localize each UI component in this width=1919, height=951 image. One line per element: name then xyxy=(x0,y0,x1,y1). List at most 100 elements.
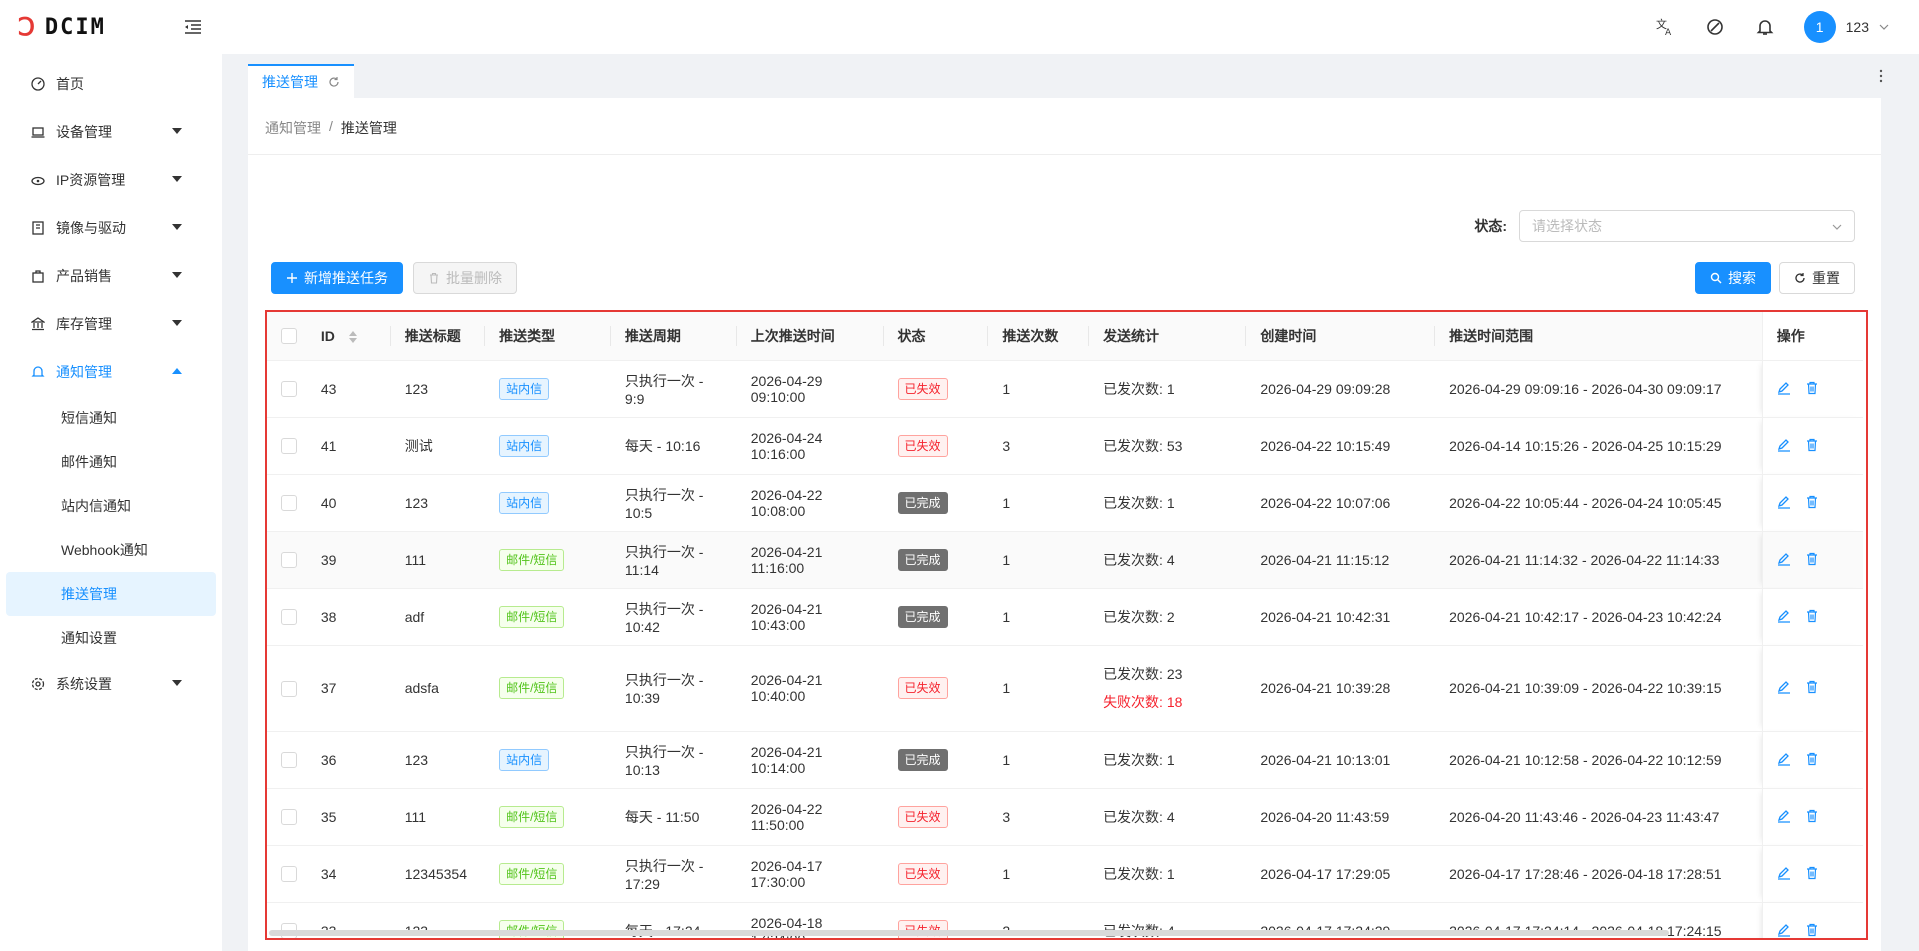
status-badge: 已失效 xyxy=(897,434,948,457)
cell-range: 2026-04-29 09:09:16 - 2026-04-30 09:09:1… xyxy=(1435,360,1763,418)
breadcrumb-parent[interactable]: 通知管理 xyxy=(265,118,321,138)
cell-created: 2026-04-21 11:15:12 xyxy=(1246,531,1436,589)
row-checkbox[interactable] xyxy=(281,438,297,455)
sidebar-subitem-inbox[interactable]: 站内信通知 xyxy=(6,484,216,528)
sort-icon[interactable] xyxy=(348,331,357,344)
batch-delete-button[interactable]: 批量删除 xyxy=(413,262,517,294)
edit-icon[interactable] xyxy=(1777,752,1793,768)
search-toolbar: 搜索 重置 xyxy=(1695,262,1855,294)
row-checkbox[interactable] xyxy=(281,495,297,512)
row-checkbox[interactable] xyxy=(281,752,297,769)
content-card: 通知管理 / 推送管理 状态: 请选择状态 新增推送任务 批量删除 搜索 重置 … xyxy=(248,98,1881,951)
search-icon xyxy=(1710,272,1722,284)
row-checkbox[interactable] xyxy=(281,381,297,398)
reset-button[interactable]: 重置 xyxy=(1779,262,1855,294)
sidebar-item-ip[interactable]: IP资源管理 xyxy=(0,156,222,204)
sidebar-item-devices[interactable]: 设备管理 xyxy=(0,108,222,156)
delete-icon[interactable] xyxy=(1805,752,1821,768)
type-badge: 邮件/短信 xyxy=(499,605,565,628)
delete-icon[interactable] xyxy=(1805,381,1821,397)
sidebar-subitem-settings[interactable]: 通知设置 xyxy=(6,616,216,660)
edit-icon[interactable] xyxy=(1777,923,1793,939)
edit-icon[interactable] xyxy=(1777,552,1793,568)
cell-status: 已完成 xyxy=(883,474,989,532)
sidebar-item-system[interactable]: 系统设置 xyxy=(0,660,222,708)
translate-icon[interactable]: 文A xyxy=(1654,16,1676,38)
delete-icon[interactable] xyxy=(1805,438,1821,454)
horizontal-scrollbar[interactable] xyxy=(269,930,1669,936)
row-checkbox[interactable] xyxy=(281,866,297,883)
add-push-task-button[interactable]: 新增推送任务 xyxy=(271,262,403,294)
sidebar-item-notify[interactable]: 通知管理 xyxy=(0,348,222,396)
delete-icon[interactable] xyxy=(1805,866,1821,882)
cell-stats: 已发次数: 2 xyxy=(1089,588,1247,646)
sidebar-item-sales[interactable]: 产品销售 xyxy=(0,252,222,300)
row-select-cell xyxy=(267,417,307,475)
sidebar-subitem-sms[interactable]: 短信通知 xyxy=(6,396,216,440)
type-badge: 站内信 xyxy=(499,377,550,400)
sidebar-item-home[interactable]: 首页 xyxy=(0,60,222,108)
sidebar-subitem-email[interactable]: 邮件通知 xyxy=(6,440,216,484)
cell-status: 已失效 xyxy=(883,360,989,418)
delete-icon[interactable] xyxy=(1805,495,1821,511)
reset-icon xyxy=(1795,273,1805,283)
sidebar-subitem-webhook[interactable]: Webhook通知 xyxy=(6,528,216,572)
theme-icon[interactable] xyxy=(1704,16,1726,38)
cell-stats: 已发次数: 1 xyxy=(1089,360,1247,418)
row-checkbox[interactable] xyxy=(281,809,297,826)
user-menu[interactable]: 1 123 xyxy=(1803,11,1889,43)
status-select[interactable]: 请选择状态 xyxy=(1519,210,1855,242)
sidebar-item-label: 库存管理 xyxy=(56,316,112,332)
trash-icon xyxy=(430,272,438,284)
edit-icon[interactable] xyxy=(1777,866,1793,882)
user-name: 123 xyxy=(1845,19,1869,35)
delete-icon[interactable] xyxy=(1805,552,1821,568)
select-all-checkbox[interactable] xyxy=(281,328,297,345)
row-checkbox[interactable] xyxy=(281,609,297,626)
menu-collapse-icon[interactable] xyxy=(182,16,204,38)
type-badge: 邮件/短信 xyxy=(499,805,565,828)
status-badge: 已完成 xyxy=(897,548,948,571)
batch-delete-label: 批量删除 xyxy=(446,270,502,286)
column-header-id[interactable]: ID xyxy=(306,312,391,361)
cell-count: 3 xyxy=(988,788,1090,846)
sidebar-item-images[interactable]: 镜像与驱动 xyxy=(0,204,222,252)
column-header-title: 推送标题 xyxy=(390,312,486,361)
search-button[interactable]: 搜索 xyxy=(1695,262,1771,294)
laptop-icon xyxy=(30,124,46,140)
sidebar-item-label: 系统设置 xyxy=(56,676,112,692)
cell-cycle: 只执行一次 - 10:5 xyxy=(610,474,737,532)
edit-icon[interactable] xyxy=(1777,809,1793,825)
sidebar-item-label: IP资源管理 xyxy=(56,172,126,188)
bell-icon[interactable] xyxy=(1754,16,1776,38)
sidebar-subitem-push[interactable]: 推送管理 xyxy=(6,572,216,616)
caret-down-icon xyxy=(172,272,182,278)
edit-icon[interactable] xyxy=(1777,495,1793,511)
row-checkbox[interactable] xyxy=(281,552,297,569)
edit-icon[interactable] xyxy=(1777,609,1793,625)
delete-icon[interactable] xyxy=(1805,923,1821,939)
delete-icon[interactable] xyxy=(1805,609,1821,625)
table-row: 38 adf 邮件/短信 只执行一次 - 10:42 2026-04-21 10:43:… xyxy=(267,588,1863,646)
cell-count: 1 xyxy=(988,731,1090,789)
refresh-icon[interactable] xyxy=(328,76,340,88)
cell-stats: 已发次数: 53 xyxy=(1089,417,1247,475)
edit-icon[interactable] xyxy=(1777,381,1793,397)
delete-icon[interactable] xyxy=(1805,680,1821,696)
tab-push-management[interactable]: 推送管理 xyxy=(248,64,354,98)
sidebar-item-inventory[interactable]: 库存管理 xyxy=(0,300,222,348)
cell-id: 34 xyxy=(306,845,391,903)
edit-icon[interactable] xyxy=(1777,680,1793,696)
cell-range: 2026-04-22 10:05:44 - 2026-04-24 10:05:4… xyxy=(1435,474,1763,532)
cell-title: adsfa xyxy=(390,645,486,732)
tab-label: 推送管理 xyxy=(262,74,318,90)
status-badge: 已失效 xyxy=(897,677,948,699)
more-vertical-icon[interactable] xyxy=(1873,68,1889,84)
sidebar-item-label: 通知管理 xyxy=(56,364,112,380)
row-checkbox[interactable] xyxy=(281,680,297,697)
edit-icon[interactable] xyxy=(1777,438,1793,454)
fail-count: 失败次数: 18 xyxy=(1103,694,1183,710)
delete-icon[interactable] xyxy=(1805,809,1821,825)
cell-count: 1 xyxy=(988,845,1090,903)
sent-count: 已发次数: 1 xyxy=(1103,494,1175,511)
